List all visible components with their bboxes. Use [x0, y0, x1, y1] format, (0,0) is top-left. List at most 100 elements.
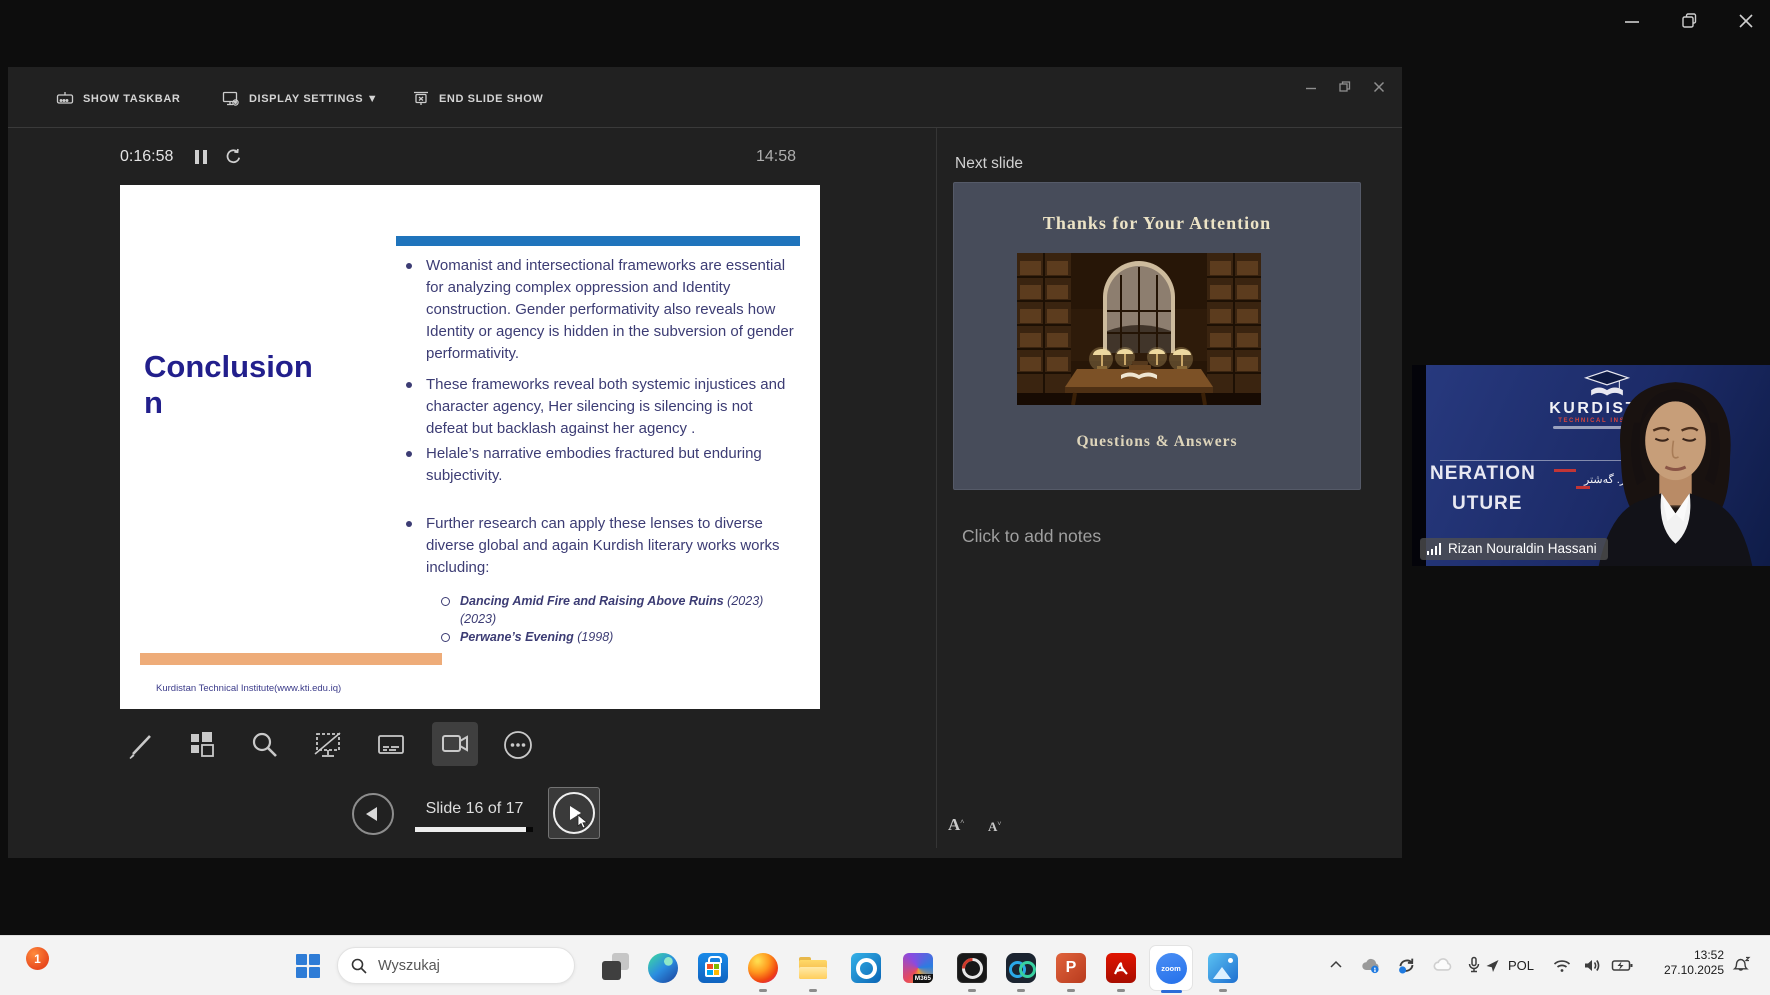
- photos-icon: [1208, 953, 1238, 983]
- tray-onedrive[interactable]: [1432, 951, 1454, 979]
- tray-sync-status[interactable]: [1396, 951, 1418, 979]
- works-list: Dancing Amid Fire and Raising Above Ruin…: [403, 592, 803, 646]
- next-slide-preview[interactable]: Thanks for Your Attention: [953, 182, 1361, 490]
- tray-expand-button[interactable]: [1327, 951, 1345, 979]
- end-slideshow-button[interactable]: END SLIDE SHOW: [412, 91, 543, 107]
- running-indicator: [759, 989, 767, 992]
- taskbar-app-edge[interactable]: [648, 953, 678, 983]
- camera-toggle-button[interactable]: [432, 722, 478, 766]
- slide-bullet: Further research can apply these lenses …: [403, 513, 795, 579]
- taskbar-app-webex[interactable]: [1006, 953, 1036, 983]
- language-indicator[interactable]: POL: [1508, 958, 1534, 973]
- file-explorer-icon: [798, 953, 828, 983]
- reset-timer-button[interactable]: [224, 147, 243, 166]
- slide-blue-accent-bar: [396, 236, 800, 246]
- taskbar-app-outlook[interactable]: [851, 953, 881, 983]
- slide-footer: Kurdistan Technical Institute(www.kti.ed…: [156, 683, 341, 694]
- location-icon: [1484, 957, 1501, 974]
- close-icon: [1736, 11, 1756, 31]
- display-settings-button[interactable]: DISPLAY SETTINGS ▼: [222, 91, 378, 107]
- powerpoint-icon: P: [1056, 953, 1086, 983]
- task-view-button[interactable]: [602, 951, 632, 981]
- microphone-icon: [1466, 956, 1482, 974]
- acrobat-icon: [1106, 953, 1136, 983]
- participant-name-label: Rizan Nouraldin Hassani: [1420, 538, 1608, 560]
- captions-button[interactable]: [371, 725, 411, 765]
- restore-icon: [1338, 80, 1352, 94]
- taskbar-app-acrobat[interactable]: [1106, 953, 1136, 983]
- start-button[interactable]: [296, 954, 320, 978]
- all-slides-button[interactable]: [182, 725, 222, 765]
- tray-location[interactable]: [1484, 951, 1501, 979]
- work-item: Perwane’s Evening (1998): [403, 628, 803, 646]
- black-screen-button[interactable]: [308, 725, 348, 765]
- work-item: Dancing Amid Fire and Raising Above Ruin…: [403, 592, 803, 628]
- presenter-minimize-button[interactable]: [1304, 81, 1318, 95]
- more-options-button[interactable]: [498, 725, 538, 765]
- window-close-button[interactable]: [1736, 11, 1756, 31]
- next-slide-button[interactable]: [548, 787, 600, 839]
- window-minimize-button[interactable]: [1622, 12, 1642, 32]
- windows-logo-icon: [296, 954, 307, 965]
- slide-bullet: Womanist and intersectional frameworks a…: [403, 255, 795, 365]
- minimize-icon: [1622, 12, 1642, 32]
- presenter-close-button[interactable]: [1372, 80, 1386, 94]
- pause-timer-button[interactable]: [195, 150, 207, 164]
- webex-icon: [1006, 953, 1036, 983]
- taskbar-app-microsoft365[interactable]: M365: [903, 953, 933, 983]
- decrease-font-button[interactable]: A˅: [988, 819, 1001, 835]
- camera-icon: [439, 729, 471, 759]
- tray-clock[interactable]: 13:52 27.10.2025: [1646, 948, 1724, 978]
- show-taskbar-button[interactable]: SHOW TASKBAR: [56, 91, 180, 107]
- taskbar-search[interactable]: Wyszukaj: [337, 947, 575, 984]
- tray-microphone[interactable]: [1466, 951, 1482, 979]
- next-slide-heading: Next slide: [955, 155, 1023, 173]
- taskbar-app-store[interactable]: [698, 953, 728, 983]
- toolbar-divider: [8, 127, 1402, 128]
- bullet-marker: [406, 521, 412, 527]
- notification-badge[interactable]: 1: [26, 947, 49, 970]
- volume-icon: [1582, 957, 1602, 974]
- display-settings-label: DISPLAY SETTINGS ▼: [249, 93, 378, 105]
- slide-bullet-list: Womanist and intersectional frameworks a…: [403, 255, 795, 579]
- taskbar-app-powerpoint[interactable]: P: [1056, 953, 1086, 983]
- tray-wifi[interactable]: [1552, 951, 1572, 979]
- restore-icon: [1680, 11, 1700, 31]
- running-indicator: [1117, 989, 1125, 992]
- taskbar-app-zoom[interactable]: zoom: [1149, 945, 1193, 991]
- elapsed-timer: 0:16:58: [120, 148, 173, 166]
- pen-tool-button[interactable]: [120, 725, 160, 765]
- presenter-person: [1583, 374, 1768, 566]
- m365-badge: M365: [913, 974, 933, 983]
- taskbar-app-firefox[interactable]: [748, 953, 778, 983]
- taskbar-app-photos[interactable]: [1208, 953, 1238, 983]
- running-indicator: [968, 989, 976, 992]
- current-time: 14:58: [756, 148, 796, 166]
- presenter-restore-button[interactable]: [1338, 80, 1352, 94]
- notification-bell-icon: [1732, 956, 1752, 975]
- running-indicator-active: [1161, 990, 1182, 993]
- circle-bullet-marker: [441, 597, 450, 606]
- zoom-slide-button[interactable]: [245, 725, 285, 765]
- tray-onedrive-status[interactable]: [1360, 951, 1382, 979]
- pause-icon: [195, 150, 199, 164]
- increase-font-button[interactable]: A˄: [948, 815, 964, 835]
- slide-counter: Slide 16 of 17: [407, 800, 542, 818]
- running-indicator: [809, 989, 817, 992]
- tray-notifications[interactable]: [1732, 951, 1752, 979]
- taskbar-app-file-explorer[interactable]: [798, 953, 828, 983]
- taskbar-app-obs[interactable]: [957, 953, 987, 983]
- tray-volume[interactable]: [1582, 951, 1602, 979]
- tray-battery[interactable]: [1611, 951, 1635, 979]
- window-restore-button[interactable]: [1680, 11, 1700, 31]
- mouse-cursor: [577, 814, 591, 830]
- previous-slide-button[interactable]: [352, 793, 394, 835]
- running-indicator: [1017, 989, 1025, 992]
- outlook-icon: [851, 953, 881, 983]
- notes-placeholder[interactable]: Click to add notes: [962, 526, 1101, 547]
- battery-charging-icon: [1611, 957, 1635, 974]
- next-slide-title: Thanks for Your Attention: [954, 213, 1360, 234]
- current-slide: Conclusion n Womanist and intersectional…: [120, 185, 820, 709]
- taskbar-icon: [56, 91, 74, 107]
- close-icon: [1372, 80, 1386, 94]
